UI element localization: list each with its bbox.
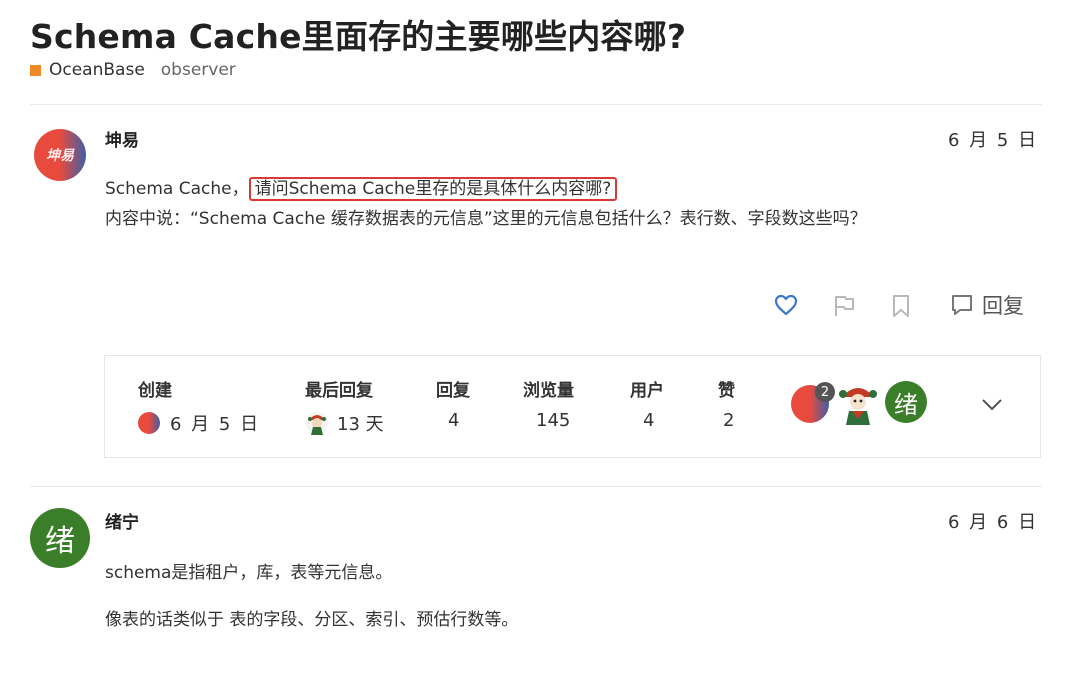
divider xyxy=(30,486,1042,487)
like-button[interactable] xyxy=(774,294,798,316)
category-link[interactable]: OceanBase xyxy=(49,60,145,80)
post-body-line: Schema Cache， 请问Schema Cache里存的是具体什么内容哪? xyxy=(105,174,618,204)
post-paragraph: schema是指租户，库，表等元信息。 xyxy=(105,563,393,583)
post-actions: 回复 xyxy=(770,290,1030,322)
post-text: Schema Cache， xyxy=(105,179,249,199)
tag-link[interactable]: observer xyxy=(161,60,236,80)
post-paragraph: 像表的话类似于 表的字段、分区、索引、预估行数等。 xyxy=(105,610,519,630)
highlighted-question: 请问Schema Cache里存的是具体什么内容哪? xyxy=(248,177,618,201)
summary-created-date: 6 月 5 日 xyxy=(170,414,261,435)
bookmark-button[interactable] xyxy=(890,294,912,318)
heart-icon xyxy=(774,294,798,316)
summary-label: 回复 xyxy=(436,381,470,401)
participant-avatar[interactable] xyxy=(837,381,879,425)
summary-label: 浏览量 xyxy=(523,381,574,401)
participant-avatar[interactable]: 绪 xyxy=(885,381,927,423)
topic-title: Schema Cache里面存的主要哪些内容哪? xyxy=(30,17,687,56)
summary-label: 最后回复 xyxy=(305,381,373,401)
flag-button[interactable] xyxy=(832,294,856,318)
divider xyxy=(30,104,1042,105)
post-body-line: 内容中说：“Schema Cache 缓存数据表的元信息”这里的元信息包括什么？… xyxy=(105,209,867,229)
reply-button[interactable]: 回复 xyxy=(950,290,1024,320)
bookmark-icon xyxy=(893,295,909,317)
flag-icon xyxy=(835,296,854,316)
reply-label: 回复 xyxy=(982,294,1024,318)
avatar[interactable]: 坤易 xyxy=(34,129,86,181)
avatar xyxy=(138,412,160,434)
summary-value: 2 xyxy=(723,410,735,431)
avatar-text: 绪 xyxy=(894,390,918,419)
summary-value: 13 天 xyxy=(305,410,384,436)
summary-label: 用户 xyxy=(630,381,664,401)
summary-label: 赞 xyxy=(718,381,735,401)
summary-last-reply-age: 13 天 xyxy=(337,414,384,435)
topic-breadcrumb: OceanBase observer xyxy=(30,60,236,80)
summary-value: 6 月 5 日 xyxy=(138,410,260,436)
summary-value: 4 xyxy=(448,410,460,431)
avatar xyxy=(306,412,328,435)
avatar-text: 绪 xyxy=(45,524,75,559)
summary-label: 创建 xyxy=(138,381,172,401)
category-color-icon xyxy=(30,64,41,76)
summary-value: 4 xyxy=(643,410,655,431)
summary-value: 145 xyxy=(536,410,571,431)
post-date[interactable]: 6 月 5 日 xyxy=(948,126,1038,152)
reply-icon xyxy=(952,295,972,315)
avatar[interactable]: 绪 xyxy=(30,508,90,568)
post-author[interactable]: 坤易 xyxy=(105,126,139,151)
chevron-down-icon[interactable] xyxy=(981,396,1003,412)
participant-count-badge: 2 xyxy=(815,382,835,402)
post-date[interactable]: 6 月 6 日 xyxy=(948,508,1038,534)
post-author[interactable]: 绪宁 xyxy=(105,508,139,533)
avatar-text: 坤易 xyxy=(46,148,74,164)
topic-summary: 创建 6 月 5 日 最后回复 13 天 回复 4 浏览量 145 用户 4 赞… xyxy=(104,355,1041,458)
